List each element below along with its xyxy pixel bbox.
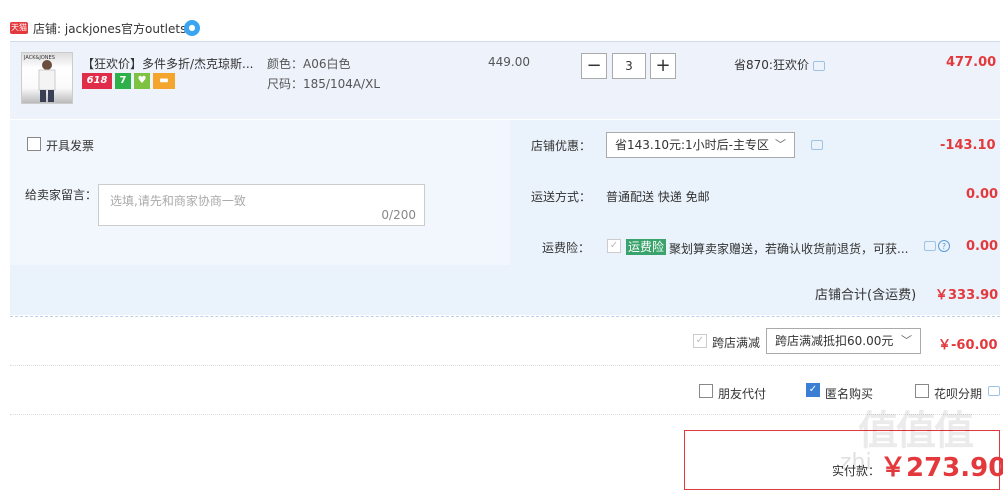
chevron-down-icon: ﹀ xyxy=(775,138,786,151)
badge-card-icon: ▬ xyxy=(153,73,175,89)
friend-pay-label[interactable]: 朋友代付 xyxy=(718,385,766,402)
message-char-count: 0/200 xyxy=(381,208,416,222)
promo-badges: 618 7 ♥ ▬ xyxy=(82,73,178,89)
friend-pay-checkbox[interactable] xyxy=(699,384,713,398)
store-total-amount: ￥333.90 xyxy=(935,288,999,303)
insurance-amount: 0.00 xyxy=(966,239,999,254)
cross-store-amount: ￥-60.00 xyxy=(938,338,998,353)
store-total-label: 店铺合计(含运费) xyxy=(815,288,917,303)
help-icon[interactable]: ? xyxy=(938,240,950,252)
invoice-checkbox[interactable] xyxy=(27,137,41,151)
store-discount-select[interactable]: 省143.10元:1小时后-主专区 ﹀ xyxy=(606,132,795,158)
insurance-comment-icon[interactable] xyxy=(924,241,936,251)
cross-store-select[interactable]: 跨店满减抵扣60.00元 ﹀ xyxy=(766,328,921,354)
model-figure-icon xyxy=(38,60,56,102)
sku-size: 尺码：185/104A/XL xyxy=(267,77,381,91)
message-placeholder: 选填,请先和商家协商一致 xyxy=(110,194,246,208)
store-discount-amount: -143.10 xyxy=(940,138,996,153)
cross-store-value: 跨店满减抵扣60.00元 xyxy=(775,334,894,348)
shipping-method: 普通配送 快递 免邮 xyxy=(606,190,710,204)
insurance-checkbox: ✓ xyxy=(607,239,621,253)
divider xyxy=(10,365,1000,366)
item-promo-text: 省870:狂欢价 xyxy=(734,58,809,72)
badge-guarantee-icon: ♥ xyxy=(134,73,150,89)
invoice-label[interactable]: 开具发票 xyxy=(46,137,94,154)
cross-store-label: 跨店满减 xyxy=(712,336,761,350)
message-label: 给卖家留言： xyxy=(25,188,98,202)
seller-message-input[interactable]: 选填,请先和商家协商一致 0/200 xyxy=(98,184,425,226)
store-discount-label: 店铺优惠： xyxy=(531,139,592,153)
store-discount-value: 省143.10元:1小时后-主专区 xyxy=(615,138,769,152)
divider xyxy=(10,316,1000,317)
site-watermark: 值值值 xyxy=(858,408,974,454)
promo-comment-icon[interactable] xyxy=(813,61,825,71)
sku-color: 颜色：A06白色 xyxy=(267,57,351,71)
quantity-input[interactable]: 3 xyxy=(612,53,646,79)
anonymous-checkbox[interactable]: ✓ xyxy=(806,383,820,397)
product-title[interactable]: 【狂欢价】多件多折/杰克琼斯... xyxy=(82,55,254,72)
shipping-amount: 0.00 xyxy=(966,187,999,202)
chevron-down-icon: ﹀ xyxy=(901,334,912,347)
product-thumbnail[interactable]: JACK&JONES xyxy=(21,52,73,104)
quantity-increase-button[interactable]: + xyxy=(650,53,676,79)
divider xyxy=(10,414,1000,415)
tmall-badge: 天猫 xyxy=(10,22,28,34)
wangwang-chat-icon[interactable]: ● xyxy=(184,20,200,36)
unit-price: 449.00 xyxy=(488,55,530,69)
insurance-tag: 运费险 xyxy=(626,239,667,255)
huabei-comment-icon[interactable] xyxy=(988,386,1000,396)
cross-store-checkbox: ✓ xyxy=(693,334,707,348)
shop-name[interactable]: 店铺: jackjones官方outlets xyxy=(33,20,186,37)
badge-7day-return-icon: 7 xyxy=(115,73,131,89)
badge-618-icon: 618 xyxy=(82,73,112,89)
quantity-decrease-button[interactable]: − xyxy=(581,53,607,79)
insurance-description: 聚划算卖家赠送，若确认收货前退货，可获... xyxy=(669,242,909,256)
insurance-label: 运费险： xyxy=(542,241,591,255)
discount-comment-icon[interactable] xyxy=(811,140,823,150)
huabei-checkbox[interactable] xyxy=(915,384,929,398)
site-watermark-sub: zhi xyxy=(840,450,872,475)
item-total-price: 477.00 xyxy=(946,55,997,70)
shipping-label: 运送方式： xyxy=(531,190,592,204)
